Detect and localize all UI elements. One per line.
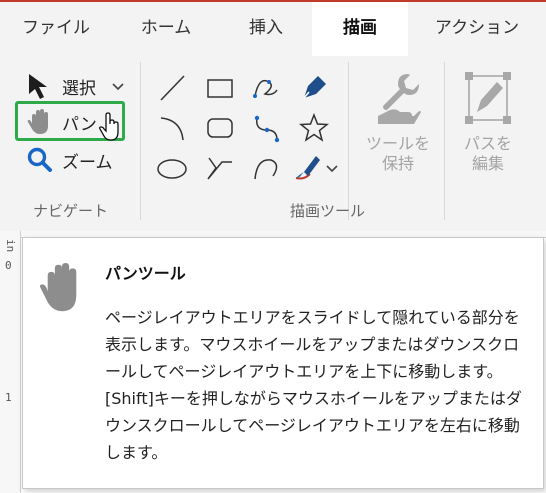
hand-pointer-cursor-icon: [99, 112, 119, 141]
hand-icon: [27, 109, 48, 134]
arrow-cursor-icon: [29, 74, 47, 99]
pen-icon[interactable]: [298, 72, 330, 104]
ruler-mark-1: 1: [5, 391, 12, 404]
pan-tool-tooltip: パンツール ページレイアウトエリアをスライドして隠れている部分を表示します。マウ…: [22, 237, 544, 489]
keep-tool-label-line2: 保持: [381, 154, 414, 173]
magnifier-icon: [27, 147, 52, 172]
freeform-icon[interactable]: [251, 72, 283, 104]
rectangle-icon[interactable]: [204, 72, 236, 104]
hand-icon: [39, 263, 77, 312]
keep-tool-button[interactable]: ツールを 保持: [360, 70, 436, 190]
chevron-down-icon[interactable]: [326, 164, 338, 174]
edit-path-label-line1: パスを: [463, 134, 512, 153]
star-icon[interactable]: [298, 112, 330, 144]
zoom-tool-label: ズーム: [62, 153, 113, 173]
select-tool-label: 選択: [62, 79, 96, 99]
navigate-group-label: ナビゲート: [33, 202, 109, 220]
wrench-hand-icon: [378, 74, 421, 124]
tab-file[interactable]: ファイル: [0, 2, 112, 56]
tab-draw[interactable]: 描画: [312, 2, 408, 56]
ellipse-icon[interactable]: [154, 152, 190, 184]
vertical-ruler: in 0 1: [0, 231, 21, 493]
edit-path-icon: [465, 72, 511, 124]
keep-tool-label-line1: ツールを: [365, 134, 430, 153]
tooltip-description: ページレイアウトエリアをスライドして隠れている部分を表示します。マウスホイールを…: [105, 308, 522, 462]
arc-icon[interactable]: [157, 112, 189, 144]
ink-brush-icon[interactable]: [292, 152, 324, 184]
edit-path-button[interactable]: パスを 編集: [452, 70, 524, 190]
tooltip-title: パンツール: [105, 264, 186, 283]
tab-action[interactable]: アクション: [408, 2, 546, 56]
polyline-icon[interactable]: [204, 152, 236, 184]
tab-insert[interactable]: 挿入: [220, 2, 312, 56]
draw-tools-group-label: 描画ツール: [290, 202, 366, 220]
edit-path-label-line2: 編集: [471, 154, 504, 173]
bezier-icon[interactable]: [251, 112, 283, 144]
rounded-rectangle-icon[interactable]: [204, 112, 236, 144]
group-divider: [348, 62, 349, 220]
group-divider: [140, 62, 141, 220]
pan-tool-label: パン: [62, 115, 97, 135]
group-divider: [444, 62, 445, 220]
ruler-mark-0: 0: [5, 259, 12, 272]
ribbon-tab-bar: ファイル ホーム 挿入 描画 アクション: [0, 2, 546, 56]
ruler-unit: in: [4, 239, 17, 253]
chevron-down-icon[interactable]: [112, 82, 124, 92]
line-icon[interactable]: [157, 72, 189, 104]
curve-icon[interactable]: [251, 152, 283, 184]
tab-home[interactable]: ホーム: [112, 2, 220, 56]
